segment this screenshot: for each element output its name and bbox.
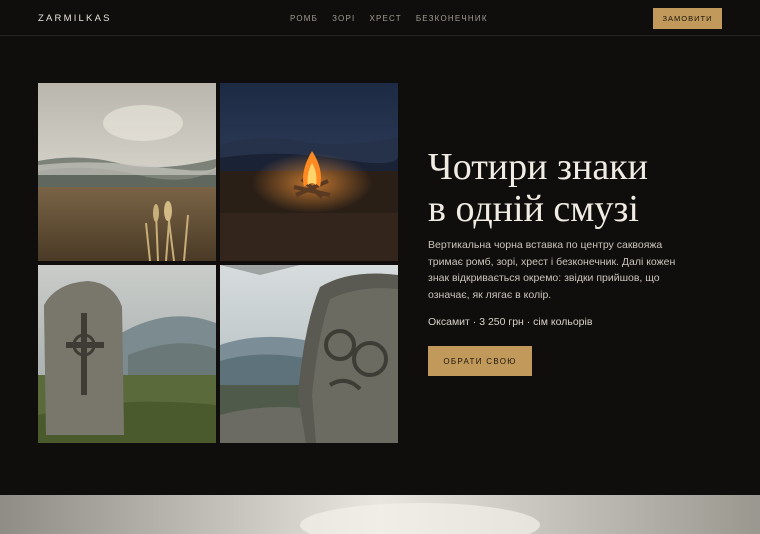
photo-carved-cross-stone — [38, 265, 216, 443]
hero-description: Вертикальна чорна вставка по центру сакв… — [428, 239, 676, 302]
next-section-image-preview — [0, 495, 760, 534]
nav-link-romb[interactable]: РОМБ — [290, 14, 318, 23]
choose-color-button[interactable]: ОБРАТИ СВОЮ — [428, 346, 532, 376]
photo-bonfire-night — [220, 83, 398, 261]
hero-title: Чотири знаки в одній смузі — [428, 146, 728, 230]
hero-title-line-2: в одній смузі — [428, 188, 639, 230]
main-nav: РОМБ ЗОРІ ХРЕСТ БЕЗКОНЕЧНИК — [290, 14, 502, 23]
product-meta: Оксамит · 3 250 грн · сім кольорів — [428, 316, 593, 328]
top-navigation-bar: ZARMILKAS РОМБ ЗОРІ ХРЕСТ БЕЗКОНЕЧНИК ЗА… — [0, 0, 760, 36]
nav-link-bezkonechnyk[interactable]: БЕЗКОНЕЧНИК — [416, 14, 488, 23]
photo-carved-rock-valley — [220, 265, 398, 443]
nav-link-zori[interactable]: ЗОРІ — [332, 14, 355, 23]
photo-misty-field — [38, 83, 216, 261]
brand-logo[interactable]: ZARMILKAS — [38, 13, 112, 24]
hero-title-line-1: Чотири знаки — [428, 146, 648, 188]
order-button[interactable]: ЗАМОВИТИ — [653, 8, 722, 29]
nav-link-khrest[interactable]: ХРЕСТ — [369, 14, 401, 23]
